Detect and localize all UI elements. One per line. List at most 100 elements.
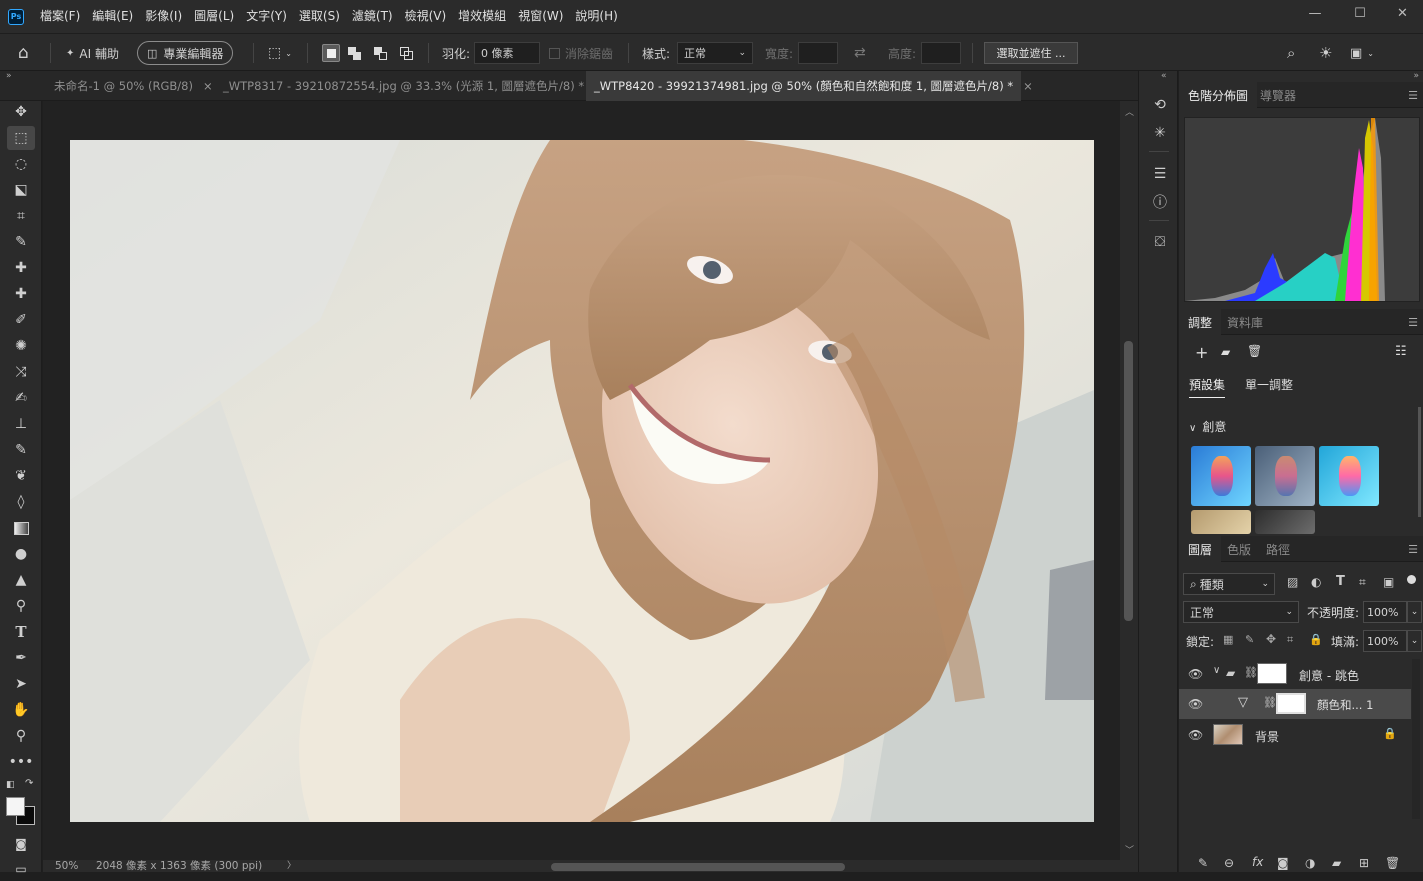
close-window-icon[interactable]: ✕ (1382, 0, 1423, 26)
chevron-down-icon[interactable]: ∨ (1213, 665, 1220, 676)
visibility-eye-icon[interactable]: 👁 (1188, 728, 1203, 742)
tab-navigator[interactable]: 導覽器 (1251, 82, 1305, 108)
clone-stamp-tool-icon[interactable]: ⊥ (7, 412, 35, 436)
more-tools-icon[interactable]: ••• (7, 750, 35, 774)
feather-input[interactable]: 0 像素 (474, 42, 540, 64)
layer-filter-select[interactable]: ⌕ 種類 ⌄ (1183, 573, 1275, 595)
menu-image[interactable]: 影像(I) (139, 0, 188, 33)
close-tab-icon[interactable]: × (203, 79, 213, 93)
filter-shape-icon[interactable]: ⌗ (1359, 575, 1366, 590)
list-view-icon[interactable]: ☷ (1395, 344, 1407, 359)
fx-icon[interactable]: fx (1252, 855, 1263, 869)
dodge-tool-icon[interactable]: ⚲ (7, 594, 35, 618)
preset-group-creative[interactable]: ∨ 創意 (1189, 418, 1226, 435)
layer-row-background[interactable]: 👁 背景 🔒 (1179, 720, 1411, 750)
style-select[interactable]: 正常 ⌄ (677, 42, 753, 64)
tab-channels[interactable]: 色版 (1218, 536, 1260, 562)
opacity-input[interactable]: 100% (1363, 601, 1407, 623)
panel-menu-icon[interactable]: ☰ (1408, 89, 1418, 102)
scroll-down-icon[interactable]: ﹀ (1125, 843, 1134, 856)
link-icon[interactable]: ⛓ (1244, 666, 1258, 679)
menu-plugins[interactable]: 增效模組 (452, 0, 512, 33)
comments-icon[interactable]: ⛋ (1149, 231, 1171, 253)
document-image[interactable] (70, 140, 1094, 822)
layer-row-group[interactable]: 👁 ∨ ▰ ⛓ 創意 - 跳色 (1179, 659, 1411, 689)
lock-image-icon[interactable]: ✎ (1245, 633, 1254, 646)
scrollbar-thumb[interactable] (1124, 341, 1133, 621)
path-select-tool-icon[interactable]: ➤ (7, 672, 35, 696)
layer-thumbnail[interactable] (1213, 724, 1243, 745)
hand-tool-icon[interactable]: ✋ (7, 698, 35, 722)
menu-select[interactable]: 選取(S) (293, 0, 346, 33)
lock-all-icon[interactable]: 🔒 (1309, 633, 1323, 646)
menu-layer[interactable]: 圖層(L) (188, 0, 240, 33)
preset-swatch-1[interactable] (1191, 446, 1251, 506)
new-layer-icon[interactable]: ⊞ (1359, 856, 1369, 870)
zoom-level[interactable]: 50% (55, 860, 78, 872)
swap-colors-icon[interactable]: ↷ (25, 778, 33, 789)
lock-position-icon[interactable]: ✥ (1266, 632, 1276, 646)
menu-filter[interactable]: 濾鏡(T) (346, 0, 399, 33)
collapse-panels-icon[interactable]: » (1413, 71, 1419, 81)
folder-icon[interactable]: ▰ (1221, 345, 1230, 359)
preset-swatch-2[interactable] (1255, 446, 1315, 506)
brush-tool-icon[interactable]: ✍ (7, 386, 35, 410)
visibility-eye-icon[interactable]: 👁 (1188, 697, 1203, 711)
fill-chevron-icon[interactable]: ⌄ (1407, 630, 1422, 652)
history-brush-tool-icon[interactable]: ✎ (7, 438, 35, 462)
vertical-scrollbar[interactable]: ︿ ﹀ (1120, 101, 1138, 860)
screen-mode-icon[interactable]: ▭ (7, 857, 35, 881)
link-layers-icon[interactable]: ⊖ (1224, 856, 1234, 870)
link-icon[interactable]: ⛓ (1263, 696, 1277, 709)
antialias-checkbox[interactable]: 消除鋸齒 (549, 34, 613, 72)
trash-icon[interactable]: 🗑 (1247, 344, 1262, 358)
panel-menu-icon[interactable]: ☰ (1408, 316, 1418, 329)
subtract-selection-button[interactable] (372, 44, 390, 62)
menu-edit[interactable]: 編輯(E) (86, 0, 139, 33)
content-aware-tool-icon[interactable]: ✺ (7, 334, 35, 358)
tab-adjustments[interactable]: 調整 (1179, 309, 1222, 335)
preset-swatch-3[interactable] (1319, 446, 1379, 506)
select-and-mask-button[interactable]: 選取並遮住 ... (984, 42, 1078, 64)
tab-document-2[interactable]: _WTP8317 - 39210872554.jpg @ 33.3% (光源 1… (215, 71, 604, 100)
sharpen-tool-icon[interactable]: ▲ (7, 568, 35, 592)
new-group-icon[interactable]: ▰ (1332, 856, 1341, 870)
fill-input[interactable]: 100% (1363, 630, 1407, 652)
ai-generate-icon[interactable]: ✎ (1198, 856, 1208, 870)
swap-icon[interactable]: ⇄ (854, 34, 866, 72)
adjust-scrollbar[interactable] (1418, 407, 1421, 517)
add-selection-button[interactable] (346, 44, 364, 62)
eyedropper-tool-icon[interactable]: ✎ (7, 230, 35, 254)
add-preset-icon[interactable]: + (1195, 343, 1208, 362)
marquee-tool-icon[interactable]: ⬚ (7, 126, 35, 150)
tab-libraries[interactable]: 資料庫 (1218, 309, 1272, 335)
history-icon[interactable]: ⟲ (1149, 94, 1171, 116)
tab-layers[interactable]: 圖層 (1179, 536, 1222, 562)
new-selection-button[interactable] (322, 44, 340, 62)
spot-heal-tool-icon[interactable]: ✚ (7, 256, 35, 280)
menu-window[interactable]: 視窗(W) (512, 0, 569, 33)
actions-icon[interactable]: ✳ (1149, 122, 1171, 144)
menu-help[interactable]: 說明(H) (569, 0, 623, 33)
filter-toggle-icon[interactable] (1407, 575, 1416, 584)
preset-swatch-4[interactable] (1191, 510, 1251, 534)
zoom-tool-icon[interactable]: ⚲ (7, 724, 35, 748)
eraser-tool-icon[interactable]: ◊ (7, 490, 35, 514)
tab-histogram[interactable]: 色階分佈圖 (1179, 82, 1258, 108)
layers-scrollbar[interactable] (1412, 659, 1420, 819)
foreground-color-swatch[interactable] (6, 797, 25, 816)
quick-mask-icon[interactable]: ◙ (7, 832, 35, 856)
mixer-brush-tool-icon[interactable]: ❦ (7, 464, 35, 488)
tab-presets[interactable]: 預設集 (1189, 376, 1226, 398)
preset-swatch-5[interactable] (1255, 510, 1315, 534)
status-chevron-icon[interactable]: 〉 (287, 860, 296, 872)
menu-file[interactable]: 檔案(F) (34, 0, 86, 33)
collapse-left-icon[interactable]: » (6, 71, 12, 81)
new-adjustment-icon[interactable]: ◑ (1305, 856, 1315, 870)
width-input[interactable] (798, 42, 838, 64)
close-tab-icon[interactable]: × (1023, 79, 1033, 93)
tab-single-adjustments[interactable]: 單一調整 (1245, 376, 1293, 393)
default-colors-icon[interactable]: ◧ (6, 780, 15, 790)
move-tool-icon[interactable]: ✥ (7, 100, 35, 124)
filter-pixel-icon[interactable]: ▨ (1287, 575, 1298, 589)
